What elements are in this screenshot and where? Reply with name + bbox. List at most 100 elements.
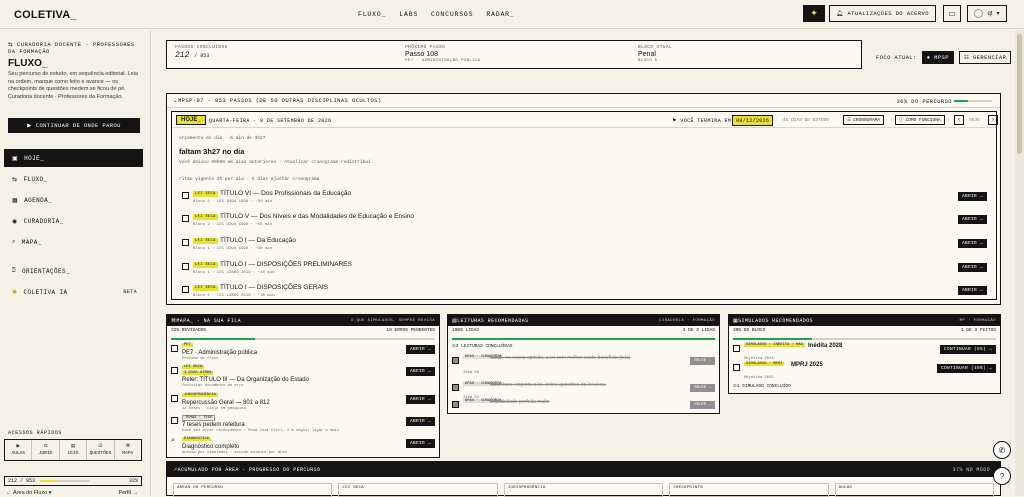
item-checkbox[interactable] <box>733 364 740 371</box>
sidebar-kicker: ⇆ CURADORIA DOCENTE · PROFESSORES DA FOR… <box>8 41 135 55</box>
route-icon: ⇆ <box>12 175 18 183</box>
logo[interactable]: COLETIVA_ <box>14 9 77 21</box>
how-it-works-button[interactable]: ⓘ COMO FUNCIONA <box>895 115 945 125</box>
item-title[interactable]: Repercussão Geral — 801 a 812 <box>182 400 270 406</box>
sidebar-item-agenda[interactable]: ▦ AGENDA_ <box>4 191 143 209</box>
lightbulb-button[interactable]: ✦ <box>803 5 825 22</box>
open-button[interactable]: ABRIR → <box>957 239 987 248</box>
today-nav-button[interactable]: HOJE <box>966 115 983 125</box>
item-checkbox[interactable] <box>452 357 459 364</box>
item-title[interactable]: Reler: TÍTULO III — Da Organização do Es… <box>182 377 309 383</box>
progress-label: 212 / 853 <box>8 478 36 484</box>
sidebar-item-coletiva-ia[interactable]: ✺ COLETIVA IA BETA <box>4 283 143 301</box>
chat-button[interactable]: ▭ <box>943 5 961 22</box>
profile-link[interactable]: Perfil → <box>118 490 138 496</box>
schedule-button[interactable]: ☰ CRONOGRAMA <box>843 115 885 125</box>
open-button[interactable]: ABRIR → <box>405 345 435 354</box>
item-checkbox[interactable] <box>452 384 459 391</box>
nav-concursos[interactable]: CONCURSOS <box>431 11 473 18</box>
open-button[interactable]: ABRIR → <box>957 215 987 224</box>
task-tag: LEI SECA <box>193 238 218 244</box>
item-title[interactable]: Diagnóstico completo <box>182 444 239 450</box>
task-checkbox[interactable] <box>182 239 189 246</box>
quick-aulas[interactable]: ▶ AULAS <box>5 440 33 460</box>
task-title[interactable]: TÍTULO I — DISPOSIÇÕES PRELIMINARES <box>220 261 352 268</box>
task-title[interactable]: TÍTULO I — Da Educação <box>220 237 296 244</box>
reread-button[interactable]: RELER → <box>690 384 715 392</box>
help-button[interactable]: ? <box>993 467 1011 485</box>
continue-button[interactable]: ▶ CONTINUAR DE ONDE PAROU <box>8 118 140 133</box>
item-checkbox[interactable] <box>452 401 459 408</box>
open-button[interactable]: ABRIR → <box>405 395 435 404</box>
item-checkbox[interactable] <box>171 345 178 352</box>
list-item: DPAS · CURADORIA CDC - na nossa opinião,… <box>452 355 715 377</box>
leituras-done-toggle[interactable]: ⊙ 3 LEITURAS CONCLUÍDAS <box>448 342 719 351</box>
quick-juris[interactable]: ⚖ JURIS <box>32 440 60 460</box>
plan-header[interactable]: ⌄ MPSP-97 · 853 PASSOS (DE 50 OUTRAS DIS… <box>167 94 1000 108</box>
item-checkbox[interactable] <box>733 345 740 352</box>
area-column: LEI SECA <box>338 483 498 497</box>
sidebar-item-mapa[interactable]: ⌕ MAPA_ <box>4 233 143 251</box>
nav-labs[interactable]: LABS <box>399 11 418 18</box>
area-link[interactable]: ← Área do Fluxo ▾ <box>6 490 52 496</box>
sidebar-item-fluxo[interactable]: ⇆ FLUXO_ <box>4 170 143 188</box>
quick-questoes[interactable]: ☑ QUESTÕES <box>87 440 115 460</box>
task-item: LEI SECA TÍTULO I — DISPOSIÇÕES GERAIS B… <box>182 284 997 306</box>
item-title[interactable]: 7 teses pedem releitura <box>182 422 245 428</box>
task-checkbox[interactable] <box>182 192 189 199</box>
nav-fluxo[interactable]: FLUXO_ <box>358 11 386 18</box>
open-button[interactable]: ABRIR → <box>405 439 435 448</box>
item-checkbox[interactable] <box>171 395 178 402</box>
open-button[interactable]: ABRIR → <box>957 192 987 201</box>
open-button[interactable]: ABRIR → <box>957 286 987 295</box>
open-button[interactable]: ABRIR → <box>957 263 987 272</box>
user-menu[interactable]: qt ▾ <box>967 5 1007 22</box>
deadline-badge: 08/12/2026 <box>732 115 774 126</box>
open-button[interactable]: ABRIR → <box>405 367 435 376</box>
simulados-done-toggle[interactable]: ⊙ 1 SIMULADO CONCLUÍDO <box>729 382 795 391</box>
progress-bar <box>40 480 91 482</box>
continue-button[interactable]: CONTINUAR (8%) → <box>939 345 996 354</box>
next-day-button[interactable]: › <box>988 115 998 125</box>
item-title[interactable]: PE7 · Administração pública <box>182 350 257 356</box>
whatsapp-button[interactable]: ✆ <box>993 441 1011 459</box>
task-title[interactable]: TÍTULO V — Dos Níveis e das Modalidades … <box>220 213 414 220</box>
item-title[interactable]: Improbidade perfeita muito <box>490 399 549 405</box>
open-button[interactable]: ABRIR → <box>405 417 435 426</box>
reread-button[interactable]: RELER → <box>690 357 715 365</box>
nav-radar[interactable]: RADAR_ <box>486 11 514 18</box>
sidebar-item-hoje[interactable]: ▣ HOJE_ <box>4 149 143 167</box>
item-title[interactable]: na 1ª fase: importa a lei. treine questõ… <box>490 382 606 388</box>
task-title[interactable]: TÍTULO VI — Dos Profissionais da Educaçã… <box>220 190 351 197</box>
quick-leis[interactable]: ▤ LEIS <box>60 440 88 460</box>
item-title[interactable]: CDC - na nossa opinião, a lei com melhor… <box>490 355 680 361</box>
plan-progress-bar <box>954 100 992 102</box>
item-checkbox[interactable] <box>171 417 178 424</box>
prev-day-button[interactable]: ‹ <box>954 115 964 125</box>
focus-pill[interactable]: ● MPSP <box>921 51 954 64</box>
item-title[interactable]: Inédita 2028 <box>808 343 842 349</box>
continue-button[interactable]: CONTINUAR (40%) → <box>936 364 996 373</box>
reread-button[interactable]: RELER → <box>690 401 715 409</box>
task-title[interactable]: TÍTULO I — DISPOSIÇÕES GERAIS <box>220 284 328 291</box>
updates-button[interactable]: 🔔︎ ATUALIZAÇÕES DO ACERVO <box>829 5 936 22</box>
pace-note: ritmo vigente 3h por dia · 6 dias ajusta… <box>179 177 320 182</box>
task-meta: Bloco 1 · LEI 9394 1996 · ~40 min <box>193 247 273 251</box>
task-item: LEI SECA TÍTULO I — Da Educação Bloco 1 … <box>182 237 997 259</box>
quick-mapa[interactable]: ⌘ MAPA <box>115 440 141 460</box>
task-tag: LEI SECA <box>193 285 218 291</box>
manage-button[interactable]: ☷ GERENCIAR <box>958 51 1012 64</box>
task-checkbox[interactable] <box>182 215 189 222</box>
today-card: HOJE_ QUARTA-FEIRA · 9 DE SETEMBRO DE 20… <box>171 111 998 300</box>
task-checkbox[interactable] <box>182 286 189 293</box>
sidebar-item-curadoria[interactable]: ◉ CURADORIA_ <box>4 212 143 230</box>
quick-access: ▶ AULAS ⚖ JURIS ▤ LEIS ☑ QUESTÕES ⌘ MAPA <box>4 439 142 461</box>
task-checkbox[interactable] <box>182 263 189 270</box>
scale-icon: ⚖ <box>43 444 48 449</box>
scrollbar-thumb[interactable] <box>1017 34 1022 154</box>
sidebar-item-orientacoes[interactable]: ⍰ ORIENTAÇÕES_ <box>4 262 143 280</box>
accumulated-header[interactable]: ↗ ACUMULADO POR ÁREA · PROGRESSO DO PERC… <box>167 462 1000 477</box>
item-checkbox[interactable] <box>171 367 178 374</box>
item-title[interactable]: MPRJ 2025 <box>791 362 823 368</box>
mapa-header: ⌘ MAPA_ · NA SUA FILA O QUE SIMULADOS, SE… <box>167 315 439 326</box>
